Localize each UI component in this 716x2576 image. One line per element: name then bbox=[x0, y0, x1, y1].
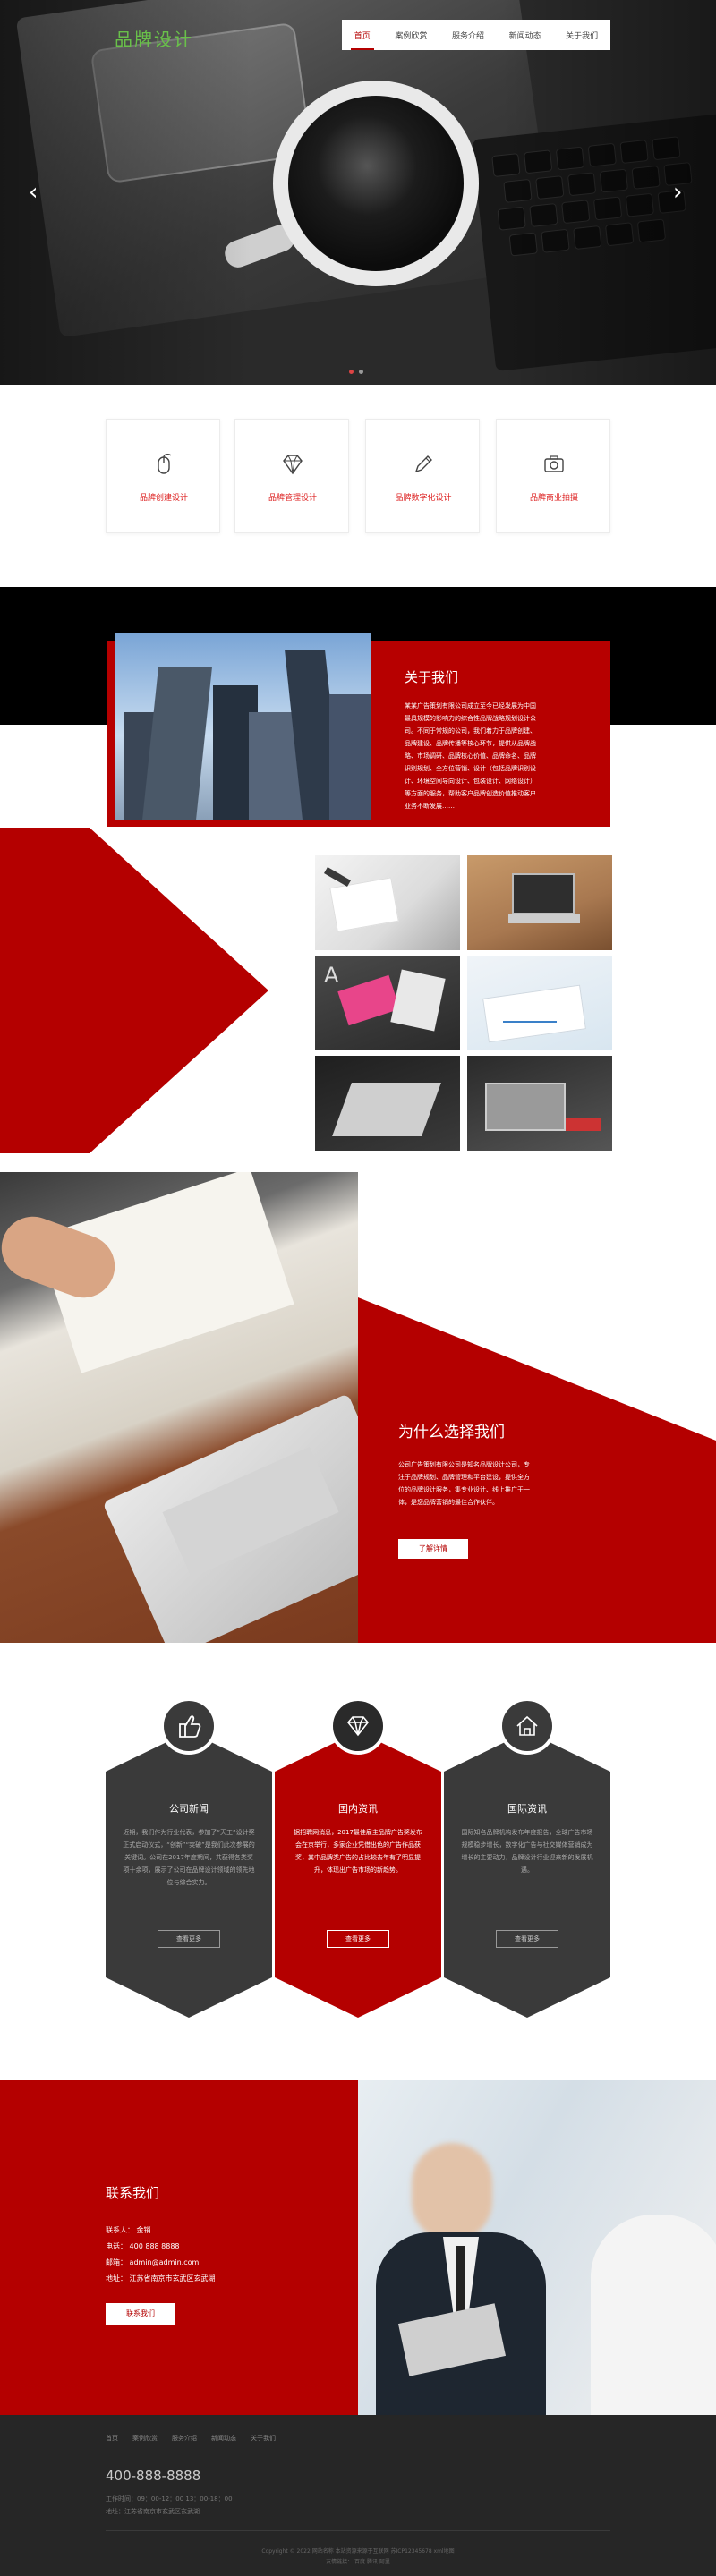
about-text: 某某广告策划有限公司成立至今已经发展为中国最具规模的影响力的综合性品牌战略规划设… bbox=[405, 702, 536, 810]
footer-hours: 工作时间：09：00-12：00 13：00-18：00 bbox=[106, 2495, 233, 2503]
red-arrow-shape bbox=[0, 828, 268, 1153]
news-title[interactable]: 国内资讯 bbox=[275, 1801, 441, 1815]
news-text: 据招聘网消息，2017最佳雇主品牌广告奖发布会在京举行，多家企业凭借出色的广告作… bbox=[294, 1829, 422, 1874]
news-title[interactable]: 公司新闻 bbox=[106, 1801, 272, 1815]
view-more-button[interactable]: 查看更多 bbox=[158, 1930, 220, 1948]
contact-title: 联系我们 bbox=[106, 2185, 160, 2201]
service-card-brand-photo[interactable]: 品牌商业拍摄 bbox=[496, 419, 610, 533]
service-label: 品牌管理设计 bbox=[268, 494, 317, 503]
footer-nav-item[interactable]: 首页 bbox=[106, 2434, 118, 2443]
learn-more-button[interactable]: 了解详情 bbox=[398, 1539, 468, 1559]
why-us-red-panel bbox=[358, 1297, 716, 1643]
contact-email: 邮箱： admin@admin.com bbox=[106, 2258, 200, 2266]
footer-nav: 首页 案例欣赏 服务介绍 新闻动态 关于我们 bbox=[106, 2434, 276, 2443]
nav-item-cases[interactable]: 案例欣赏 bbox=[391, 30, 430, 41]
main-nav: 首页 案例欣赏 服务介绍 新闻动态 关于我们 bbox=[342, 20, 610, 50]
service-label: 品牌数字化设计 bbox=[395, 494, 452, 503]
slider-dot[interactable] bbox=[359, 370, 363, 374]
page: 品牌设计 首页 案例欣赏 服务介绍 新闻动态 关于我们 ‹ › 品牌创建设计 品… bbox=[0, 0, 716, 2576]
contact-person: 联系人： 金销 bbox=[106, 2226, 151, 2234]
footer-divider bbox=[106, 2530, 610, 2531]
footer-links[interactable]: 友情链接： 百度 腾讯 阿里 bbox=[0, 2557, 716, 2565]
news-text: 国际知名品牌机构发布年度报告，全球广告市场规模稳步增长，数字化广告与社交媒体营销… bbox=[461, 1829, 593, 1874]
hero-shade bbox=[0, 0, 716, 385]
service-card-brand-creation[interactable]: 品牌创建设计 bbox=[106, 419, 220, 533]
service-label: 品牌商业拍摄 bbox=[529, 494, 578, 503]
contact-photo bbox=[358, 2080, 716, 2415]
contact-phone: 电话： 400 888 8888 bbox=[106, 2242, 180, 2250]
about-city-image bbox=[115, 633, 371, 820]
news-column-international: 国际资讯 国际知名品牌机构发布年度报告，全球广告市场规模稳步增长，数字化广告与社… bbox=[444, 1740, 610, 2009]
nav-item-about[interactable]: 关于我们 bbox=[562, 30, 601, 41]
slider-dot[interactable] bbox=[349, 370, 354, 374]
view-more-button[interactable]: 查看更多 bbox=[327, 1930, 389, 1948]
service-card-brand-digital[interactable]: 品牌数字化设计 bbox=[365, 419, 480, 533]
hero-banner: 品牌设计 首页 案例欣赏 服务介绍 新闻动态 关于我们 ‹ › bbox=[0, 0, 716, 385]
case-image[interactable] bbox=[315, 855, 460, 950]
slider-dots bbox=[349, 370, 363, 374]
case-image-grid: A bbox=[315, 855, 612, 1152]
chevron-right-icon[interactable]: › bbox=[673, 179, 682, 206]
case-image[interactable] bbox=[467, 1056, 612, 1151]
case-image[interactable] bbox=[467, 956, 612, 1050]
news-column-company: 公司新闻 近期，我们作为行业代表，参加了“天工”设计奖正式启动仪式，“创新”“突… bbox=[106, 1740, 272, 2009]
nav-item-news[interactable]: 新闻动态 bbox=[506, 30, 545, 41]
footer-copyright: Copyright © 2022 网站名称 本站资源来源于互联网 苏ICP123… bbox=[261, 2548, 455, 2555]
news-column-domestic: 国内资讯 据招聘网消息，2017最佳雇主品牌广告奖发布会在京举行，多家企业凭借出… bbox=[275, 1740, 441, 2009]
why-us-title: 为什么选择我们 bbox=[398, 1424, 505, 1441]
case-image[interactable]: A bbox=[315, 956, 460, 1050]
why-us-photo bbox=[0, 1172, 358, 1643]
pencil-icon bbox=[414, 455, 432, 473]
service-card-brand-management[interactable]: 品牌管理设计 bbox=[234, 419, 349, 533]
nav-item-home[interactable]: 首页 bbox=[350, 30, 374, 50]
nav-item-services[interactable]: 服务介绍 bbox=[448, 30, 488, 41]
case-image[interactable] bbox=[315, 1056, 460, 1151]
camera-icon bbox=[544, 455, 564, 472]
footer-nav-item[interactable]: 关于我们 bbox=[251, 2434, 276, 2443]
mouse-icon bbox=[158, 454, 172, 474]
footer-nav-item[interactable]: 服务介绍 bbox=[172, 2434, 197, 2443]
why-us-text: 公司广告策划有限公司是知名品牌设计公司，专注于品牌规划、品牌管理和平台建设，提供… bbox=[398, 1461, 530, 1506]
case-image[interactable] bbox=[467, 855, 612, 950]
site-logo[interactable]: 品牌设计 bbox=[115, 25, 193, 51]
chevron-left-icon[interactable]: ‹ bbox=[29, 179, 38, 206]
news-text: 近期，我们作为行业代表，参加了“天工”设计奖正式启动仪式，“创新”“突破”是我们… bbox=[123, 1829, 255, 1886]
footer-phone: 400-888-8888 bbox=[106, 2468, 201, 2484]
contact-address: 地址： 江苏省南京市玄武区玄武湖 bbox=[106, 2274, 216, 2283]
diamond-icon bbox=[283, 455, 303, 475]
news-title[interactable]: 国际资讯 bbox=[444, 1801, 610, 1815]
contact-us-button[interactable]: 联系我们 bbox=[106, 2303, 175, 2325]
footer-address: 地址：江苏省南京市玄武区玄武湖 bbox=[106, 2508, 200, 2515]
service-label: 品牌创建设计 bbox=[139, 494, 188, 503]
view-more-button[interactable]: 查看更多 bbox=[496, 1930, 558, 1948]
about-title: 关于我们 bbox=[405, 669, 459, 685]
footer-nav-item[interactable]: 案例欣赏 bbox=[132, 2434, 158, 2443]
footer-nav-item[interactable]: 新闻动态 bbox=[211, 2434, 236, 2443]
